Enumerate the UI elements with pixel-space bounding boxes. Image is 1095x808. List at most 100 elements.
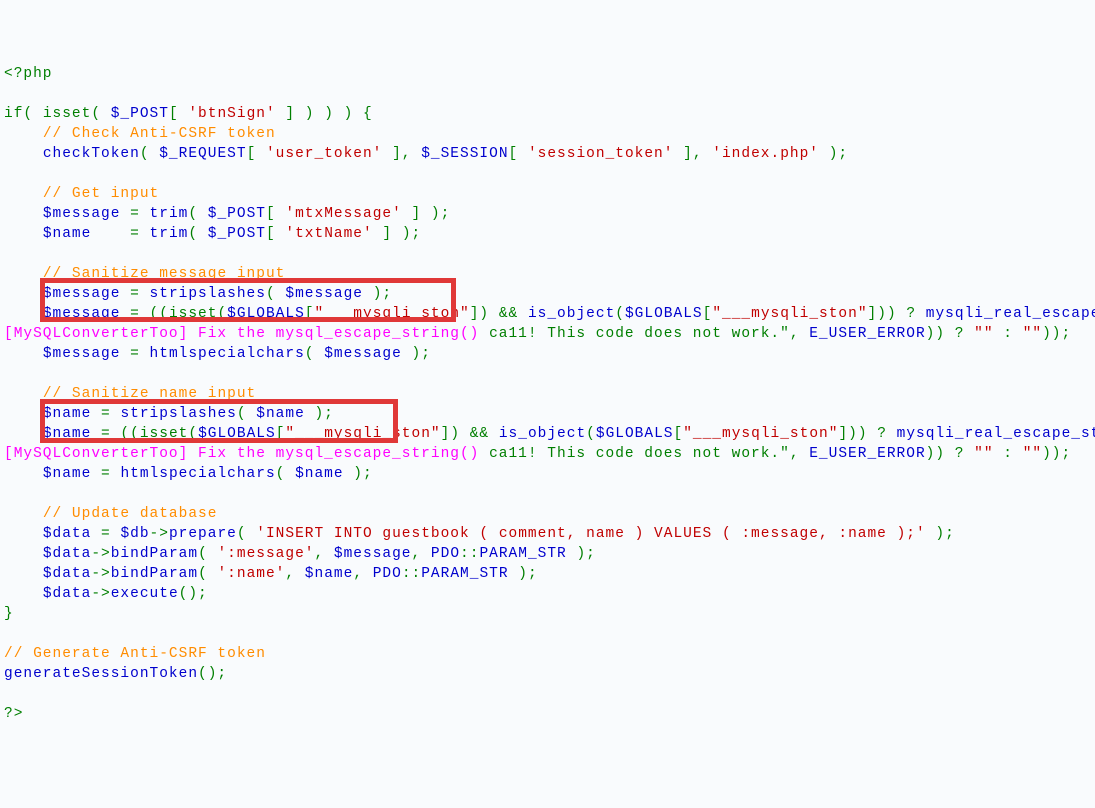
code-line: [4, 244, 1091, 264]
code-token: ->: [150, 526, 169, 542]
code-token: $GLOBALS: [227, 306, 305, 322]
code-token: =: [91, 526, 120, 542]
code-token: $GLOBALS: [596, 426, 674, 442]
code-token: (: [188, 206, 207, 222]
code-token: ca11! This code does not work.",: [479, 326, 809, 342]
code-token: execute: [111, 586, 179, 602]
code-token: (: [217, 306, 227, 322]
code-token: [489, 426, 499, 442]
code-token: (: [23, 106, 42, 122]
code-line: [4, 164, 1091, 184]
code-token: isset: [140, 426, 189, 442]
code-token: (: [276, 466, 295, 482]
code-token: $_POST: [111, 106, 169, 122]
code-token: =: [120, 286, 149, 302]
code-token: =: [91, 466, 120, 482]
code-token: [4, 426, 43, 442]
code-line: [MySQLConverterToo] Fix the mysql_escape…: [4, 324, 1091, 344]
code-token: [994, 326, 1004, 342]
code-token: ] );: [373, 226, 422, 242]
code-token: );: [819, 146, 848, 162]
code-token: $name: [295, 466, 344, 482]
code-token: [994, 446, 1004, 462]
code-token: $name: [43, 466, 92, 482]
code-token: (: [188, 426, 198, 442]
code-token: ,: [285, 566, 304, 582]
code-token: mysqli_real_escape_string: [897, 426, 1095, 442]
code-token: ?: [955, 446, 965, 462]
code-line: ?>: [4, 704, 1091, 724]
code-token: ?: [955, 326, 965, 342]
code-line: $data = $db->prepare( 'INSERT INTO guest…: [4, 524, 1091, 544]
code-token: [964, 446, 974, 462]
code-token: if: [4, 106, 23, 122]
code-token: );: [344, 466, 373, 482]
code-line: $name = stripslashes( $name );: [4, 404, 1091, 424]
code-token: "": [1023, 446, 1042, 462]
code-token: is_object: [528, 306, 615, 322]
code-line: $message = ((isset($GLOBALS["___mysqli_s…: [4, 304, 1091, 324]
code-token: $message: [334, 546, 412, 562]
code-token: $name: [305, 566, 354, 582]
code-token: 'session_token': [528, 146, 674, 162]
code-token: ::: [460, 546, 479, 562]
code-token: )): [926, 326, 955, 342]
code-line: $message = htmlspecialchars( $message );: [4, 344, 1091, 364]
code-token: );: [363, 286, 392, 302]
code-token: $message: [324, 346, 402, 362]
code-token: [MySQLConverterToo] Fix the mysql_escape…: [4, 446, 479, 462]
code-line: // Sanitize name input: [4, 384, 1091, 404]
code-token: $message: [43, 206, 121, 222]
code-token: $db: [120, 526, 149, 542]
code-token: ]): [441, 426, 470, 442]
code-token: <?php: [4, 66, 53, 82]
code-token: // Update database: [43, 506, 218, 522]
code-token: [: [266, 206, 285, 222]
code-line: checkToken( $_REQUEST[ 'user_token' ], $…: [4, 144, 1091, 164]
code-token: ':message': [217, 546, 314, 562]
code-token: :: [1003, 326, 1013, 342]
code-token: trim: [150, 226, 189, 242]
code-token: $data: [43, 586, 92, 602]
code-token: trim: [150, 206, 189, 222]
code-token: =: [120, 346, 149, 362]
code-token: $_REQUEST: [159, 146, 246, 162]
code-token: );: [926, 526, 955, 542]
code-token: [: [305, 306, 315, 322]
code-token: mysqli_real_escape_string: [926, 306, 1095, 322]
code-line: if( isset( $_POST[ 'btnSign' ] ) ) ) {: [4, 104, 1091, 124]
code-line: // Get input: [4, 184, 1091, 204]
code-token: (: [188, 226, 207, 242]
code-token: =: [91, 406, 120, 422]
code-token: ));: [1042, 446, 1071, 462]
code-token: = ((: [120, 306, 169, 322]
code-token: ?: [906, 306, 916, 322]
code-token: (: [198, 566, 217, 582]
code-token: [: [703, 306, 713, 322]
code-token: $message: [43, 286, 121, 302]
code-token: (: [198, 546, 217, 562]
code-token: ?: [877, 426, 887, 442]
code-token: );: [509, 566, 538, 582]
code-token: $_POST: [208, 206, 266, 222]
code-token: }: [4, 606, 14, 622]
code-line: $name = htmlspecialchars( $name );: [4, 464, 1091, 484]
code-token: // Get input: [43, 186, 159, 202]
code-token: [887, 426, 897, 442]
code-token: ();: [179, 586, 208, 602]
code-token: $name: [256, 406, 305, 422]
code-token: [4, 266, 43, 282]
code-token: 'index.php': [712, 146, 819, 162]
code-line: <?php: [4, 64, 1091, 84]
code-line: $message = stripslashes( $message );: [4, 284, 1091, 304]
code-token: 'txtName': [285, 226, 372, 242]
code-token: // Generate Anti-CSRF token: [4, 646, 266, 662]
code-token: [4, 226, 43, 242]
code-token: (: [615, 306, 625, 322]
code-token: [: [276, 426, 286, 442]
php-code-block: <?php if( isset( $_POST[ 'btnSign' ] ) )…: [4, 64, 1091, 724]
code-token: ->: [91, 586, 110, 602]
code-line: [4, 684, 1091, 704]
code-token: (: [237, 406, 256, 422]
code-token: bindParam: [111, 546, 198, 562]
